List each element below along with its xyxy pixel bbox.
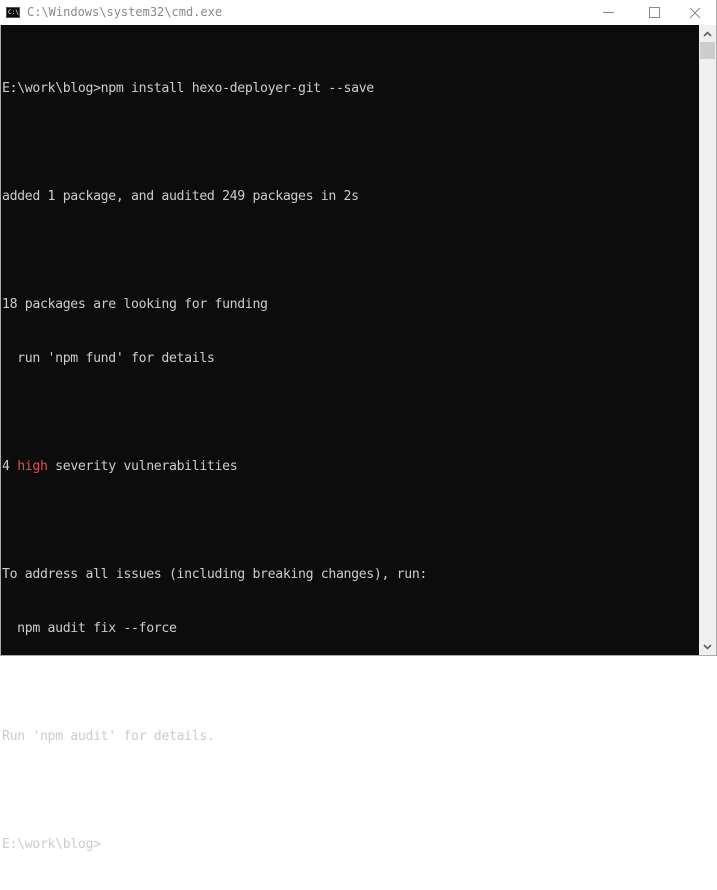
command-prompt[interactable]: E:\work\blog> — [2, 837, 101, 852]
scroll-up-button[interactable] — [699, 25, 716, 42]
console-line: 18 packages are looking for funding — [2, 296, 427, 314]
scroll-thumb[interactable] — [700, 42, 715, 59]
console-line: E:\work\blog> — [2, 836, 427, 854]
audit-fix-command: npm audit fix --force — [2, 621, 177, 636]
maximize-button[interactable] — [631, 0, 677, 25]
funding-hint: run 'npm fund' for details — [2, 351, 215, 366]
minimize-button[interactable] — [585, 0, 631, 25]
console-line: run 'npm fund' for details — [2, 350, 427, 368]
vertical-scrollbar[interactable] — [699, 25, 716, 655]
console-line: 4 high severity vulnerabilities — [2, 458, 427, 476]
minimize-icon — [602, 12, 614, 13]
console-line: npm audit fix --force — [2, 620, 427, 638]
title-bar[interactable]: C:\_ C:\Windows\system32\cmd.exe — [0, 0, 716, 25]
audit-details-hint: Run 'npm audit' for details. — [2, 729, 215, 744]
chevron-up-icon — [703, 30, 712, 37]
chevron-down-icon — [703, 643, 712, 650]
console-line: added 1 package, and audited 249 package… — [2, 188, 427, 206]
console-output-area[interactable]: E:\work\blog>npm install hexo-deployer-g… — [1, 25, 699, 852]
command-line: E:\work\blog>npm install hexo-deployer-g… — [2, 81, 374, 96]
audit-fix-message: To address all issues (including breakin… — [2, 567, 428, 582]
vulnerability-text: severity vulnerabilities — [47, 459, 238, 474]
funding-message: 18 packages are looking for funding — [2, 297, 268, 312]
vulnerability-count: 4 — [2, 459, 18, 474]
scroll-down-button[interactable] — [699, 638, 716, 655]
console-line: Run 'npm audit' for details. — [2, 728, 427, 746]
close-button[interactable] — [672, 0, 717, 25]
console-lines: E:\work\blog>npm install hexo-deployer-g… — [2, 44, 427, 890]
window-title: C:\Windows\system32\cmd.exe — [27, 5, 223, 19]
close-icon — [689, 7, 701, 18]
install-summary: added 1 package, and audited 249 package… — [2, 189, 359, 204]
console-line: To address all issues (including breakin… — [2, 566, 427, 584]
console-line: E:\work\blog>npm install hexo-deployer-g… — [2, 80, 427, 98]
cmd-app-icon[interactable]: C:\_ — [6, 7, 20, 18]
cmd-window: C:\_ C:\Windows\system32\cmd.exe E:\work… — [0, 0, 717, 852]
severity-high-label: high — [17, 459, 48, 474]
maximize-icon — [648, 7, 660, 18]
